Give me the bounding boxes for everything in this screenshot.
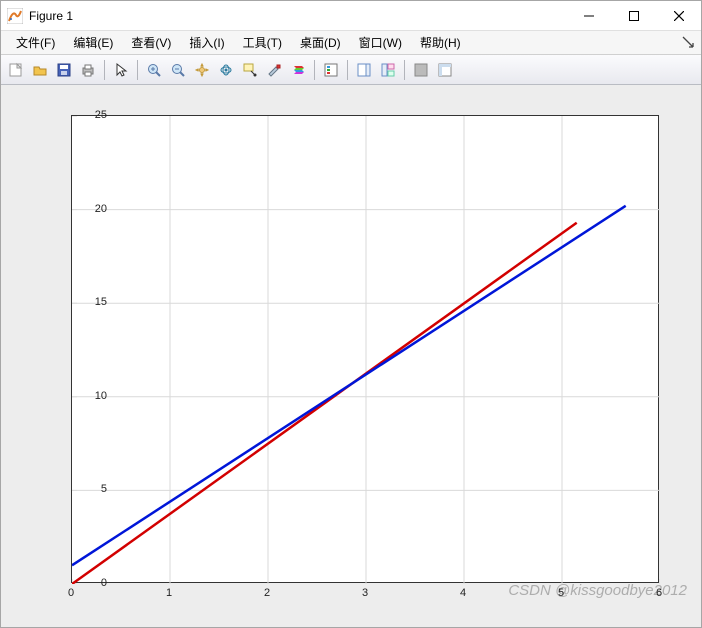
- x-tick-label: 1: [166, 587, 172, 599]
- menu-view[interactable]: 查看(V): [122, 32, 180, 53]
- colorbar-icon[interactable]: [287, 59, 309, 81]
- toolbar-separator: [104, 60, 105, 80]
- y-tick-label: 10: [77, 390, 107, 402]
- minimize-button[interactable]: [566, 1, 611, 31]
- rotate-icon[interactable]: [215, 59, 237, 81]
- pointer-icon[interactable]: [110, 59, 132, 81]
- y-tick-label: 0: [77, 577, 107, 589]
- menu-edit[interactable]: 编辑(E): [64, 32, 122, 53]
- titlebar: Figure 1: [1, 1, 701, 31]
- toolbar: [1, 55, 701, 85]
- menu-tools[interactable]: 工具(T): [234, 32, 291, 53]
- plot-tools-icon[interactable]: [377, 59, 399, 81]
- menu-window[interactable]: 窗口(W): [350, 32, 411, 53]
- link-axes-icon[interactable]: [353, 59, 375, 81]
- y-tick-label: 5: [77, 483, 107, 495]
- chart-canvas: [72, 116, 660, 584]
- x-tick-label: 0: [68, 587, 74, 599]
- menu-insert[interactable]: 插入(I): [180, 32, 233, 53]
- data-cursor-icon[interactable]: [239, 59, 261, 81]
- toolbar-separator: [404, 60, 405, 80]
- save-icon[interactable]: [53, 59, 75, 81]
- axes: [71, 115, 659, 583]
- zoom-in-icon[interactable]: [143, 59, 165, 81]
- series-line: [72, 206, 626, 565]
- toolbar-separator: [137, 60, 138, 80]
- menu-desktop[interactable]: 桌面(D): [291, 32, 350, 53]
- window-controls: [566, 1, 701, 31]
- legend-icon[interactable]: [320, 59, 342, 81]
- new-figure-icon[interactable]: [5, 59, 27, 81]
- maximize-button[interactable]: [611, 1, 656, 31]
- toolbar-separator: [314, 60, 315, 80]
- x-tick-label: 3: [362, 587, 368, 599]
- y-tick-label: 20: [77, 203, 107, 215]
- toolbar-separator: [347, 60, 348, 80]
- brush-icon[interactable]: [263, 59, 285, 81]
- menu-help[interactable]: 帮助(H): [411, 32, 470, 53]
- menu-file[interactable]: 文件(F): [7, 32, 64, 53]
- open-icon[interactable]: [29, 59, 51, 81]
- x-tick-label: 6: [656, 587, 662, 599]
- figure-window: Figure 1 文件(F) 编辑(E) 查看(V) 插入(I) 工具(T) 桌…: [0, 0, 702, 628]
- close-button[interactable]: [656, 1, 701, 31]
- series-line: [72, 223, 577, 584]
- y-tick-label: 15: [77, 296, 107, 308]
- zoom-out-icon[interactable]: [167, 59, 189, 81]
- x-tick-label: 4: [460, 587, 466, 599]
- pan-icon[interactable]: [191, 59, 213, 81]
- window-title: Figure 1: [29, 9, 566, 23]
- y-tick-label: 25: [77, 109, 107, 121]
- x-tick-label: 5: [558, 587, 564, 599]
- plot-area[interactable]: CSDN @kissgoodbye2012 01234560510152025: [1, 85, 701, 627]
- menubar: 文件(F) 编辑(E) 查看(V) 插入(I) 工具(T) 桌面(D) 窗口(W…: [1, 31, 701, 55]
- x-tick-label: 2: [264, 587, 270, 599]
- dock-arrow-icon[interactable]: [681, 35, 695, 49]
- print-icon[interactable]: [77, 59, 99, 81]
- matlab-figure-icon: [7, 8, 23, 24]
- show-tools-icon[interactable]: [434, 59, 456, 81]
- hide-tools-icon[interactable]: [410, 59, 432, 81]
